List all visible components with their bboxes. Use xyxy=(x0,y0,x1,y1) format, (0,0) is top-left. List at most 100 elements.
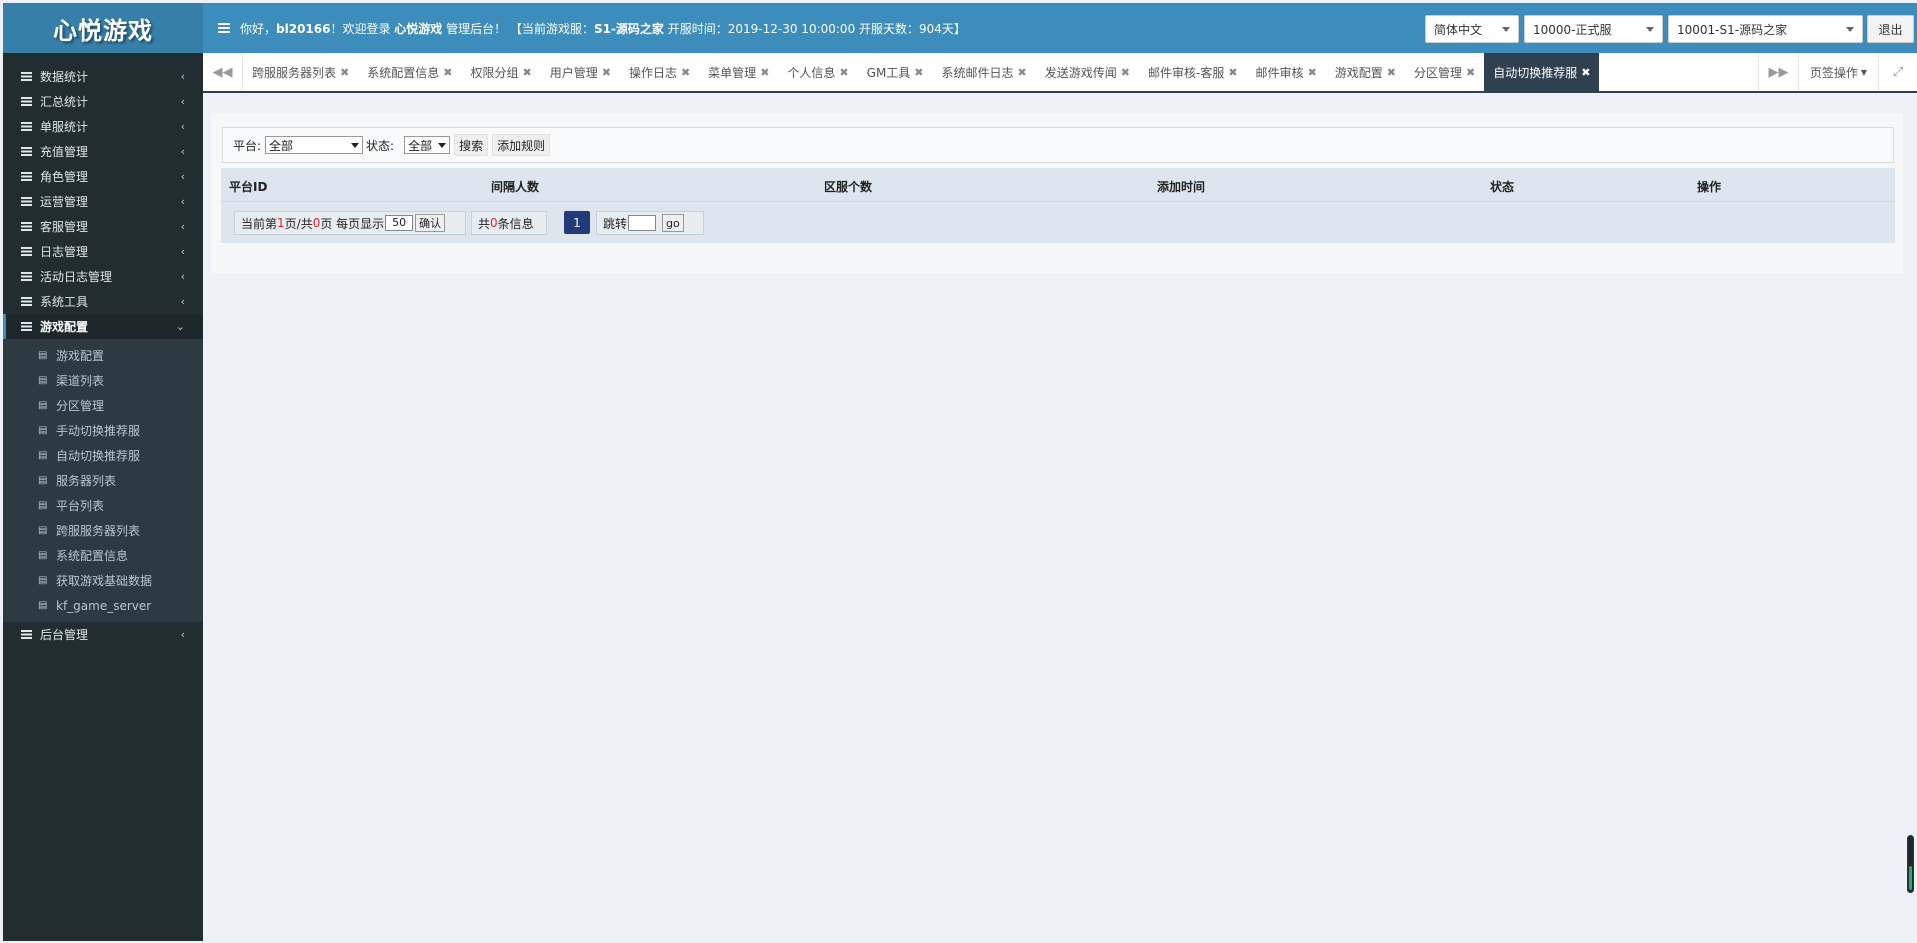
close-icon[interactable]: ✖ xyxy=(443,66,452,79)
logout-button[interactable]: 退出 xyxy=(1867,15,1914,43)
submenu-item[interactable]: ▤ 平台列表 xyxy=(3,493,203,518)
sidebar-item-single-server-stats[interactable]: 单服统计 ‹ xyxy=(3,114,203,139)
tab-label: 邮件审核-客服 xyxy=(1147,65,1225,80)
submenu-item[interactable]: ▤ kf_game_server xyxy=(3,593,203,618)
table-header: 平台ID 间隔人数 区服个数 添加时间 状态 操作 xyxy=(221,168,1895,202)
close-icon[interactable]: ✖ xyxy=(522,66,531,79)
page-button[interactable]: 1 xyxy=(564,211,590,234)
sidebar-item-customer-service[interactable]: 客服管理 ‹ xyxy=(3,214,203,239)
book-icon: ▤ xyxy=(38,374,48,386)
bars-icon xyxy=(21,97,32,106)
app-logo[interactable]: 心悦游戏 xyxy=(3,3,203,53)
sidebar-item-activity-logs[interactable]: 活动日志管理 ‹ xyxy=(3,264,203,289)
tab[interactable]: 分区管理 ✖ xyxy=(1405,53,1484,91)
close-icon[interactable]: ✖ xyxy=(1387,66,1396,79)
jump-page-input[interactable] xyxy=(628,215,657,231)
tab-scroll-left-button[interactable]: ◀◀ xyxy=(203,53,243,91)
double-chevron-right-icon: ▶▶ xyxy=(1768,64,1789,80)
chevron-down-icon xyxy=(351,143,360,148)
close-icon[interactable]: ✖ xyxy=(1121,66,1130,79)
per-page-input[interactable]: 50 xyxy=(385,215,414,231)
close-icon[interactable]: ✖ xyxy=(914,66,923,79)
sidebar-item-admin[interactable]: 后台管理 ‹ xyxy=(3,622,203,647)
sidebar-menu: 数据统计 ‹ 汇总统计 ‹ 单服统计 ‹ 充值管理 ‹ 角色管理 ‹ 运营管理 ‹ 客服管理 ‹ 日志管理 ‹… xyxy=(3,64,203,647)
tab[interactable]: 菜单管理 ✖ xyxy=(699,53,778,91)
bars-icon xyxy=(21,147,32,156)
tab[interactable]: 用户管理 ✖ xyxy=(541,53,620,91)
column-header-interval-count: 间隔人数 xyxy=(491,180,540,194)
close-icon[interactable]: ✖ xyxy=(681,66,690,79)
fullscreen-button[interactable]: ⤢ xyxy=(1878,53,1917,91)
sidebar-item-label: 汇总统计 xyxy=(40,95,89,109)
close-icon[interactable]: ✖ xyxy=(602,66,611,79)
chevron-down-icon: ⌄ xyxy=(175,320,185,333)
sidebar-item-system-tools[interactable]: 系统工具 ‹ xyxy=(3,289,203,314)
tab-label: 系统邮件日志 xyxy=(941,65,1014,80)
book-icon: ▤ xyxy=(38,449,48,461)
status-select[interactable]: 全部 xyxy=(404,136,451,154)
tab[interactable]: GM工具 ✖ xyxy=(858,53,933,91)
chevron-left-icon: ‹ xyxy=(180,145,185,158)
tab[interactable]: 操作日志 ✖ xyxy=(620,53,699,91)
submenu-item[interactable]: ▤ 渠道列表 xyxy=(3,368,203,393)
close-icon[interactable]: ✖ xyxy=(340,66,349,79)
platform-select[interactable]: 全部 xyxy=(265,136,364,154)
sidebar-item-recharge[interactable]: 充值管理 ‹ xyxy=(3,139,203,164)
tab-operations-dropdown[interactable]: 页签操作 ▼ xyxy=(1798,53,1878,91)
close-icon[interactable]: ✖ xyxy=(1581,66,1590,79)
tab-scroll-right-button[interactable]: ▶▶ xyxy=(1758,53,1798,91)
close-icon[interactable]: ✖ xyxy=(1308,66,1317,79)
submenu-item[interactable]: ▤ 游戏配置 xyxy=(3,343,203,368)
tab-label: 跨服服务器列表 xyxy=(252,65,337,80)
tabs-bar: ◀◀ 跨服服务器列表 ✖ 系统配置信息 ✖ 权限分组 ✖ 用户管理 ✖ 操作日志 ✖ 菜单管理 ✖ 个人… xyxy=(203,53,1917,93)
per-page-confirm-button[interactable]: 确认 xyxy=(415,214,446,232)
search-button[interactable]: 搜索 xyxy=(454,134,489,156)
submenu-item[interactable]: ▤ 跨服服务器列表 xyxy=(3,518,203,543)
add-rule-button[interactable]: 添加规则 xyxy=(492,134,551,156)
close-icon[interactable]: ✖ xyxy=(839,66,848,79)
sidebar-item-label: 数据统计 xyxy=(40,70,89,84)
go-button[interactable]: go xyxy=(662,214,684,232)
chevron-left-icon: ‹ xyxy=(180,195,185,208)
submenu-item[interactable]: ▤ 系统配置信息 xyxy=(3,543,203,568)
close-icon[interactable]: ✖ xyxy=(1466,66,1475,79)
tab[interactable]: 系统配置信息 ✖ xyxy=(358,53,461,91)
tab[interactable]: 邮件审核 ✖ xyxy=(1247,53,1326,91)
submenu-item-label: 服务器列表 xyxy=(56,474,117,488)
submenu-item[interactable]: ▤ 获取游戏基础数据 xyxy=(3,568,203,593)
submenu-item[interactable]: ▤ 手动切换推荐服 xyxy=(3,418,203,443)
column-header-platform-id: 平台ID xyxy=(229,180,268,194)
tab[interactable]: 跨服服务器列表 ✖ xyxy=(243,53,358,91)
tab[interactable]: 邮件审核-客服 ✖ xyxy=(1139,53,1247,91)
menu-toggle-icon[interactable] xyxy=(218,23,230,33)
chevron-down-icon xyxy=(1846,27,1854,32)
close-icon[interactable]: ✖ xyxy=(1228,66,1237,79)
scrollbar-thumb[interactable] xyxy=(1907,835,1914,893)
sidebar-item-label: 充值管理 xyxy=(40,145,89,159)
sidebar-item-operations[interactable]: 运营管理 ‹ xyxy=(3,189,203,214)
server-select[interactable]: 10001-S1-源码之家 xyxy=(1668,15,1863,43)
book-icon: ▤ xyxy=(38,599,48,611)
sidebar-item-summary-stats[interactable]: 汇总统计 ‹ xyxy=(3,89,203,114)
tab[interactable]: 权限分组 ✖ xyxy=(461,53,540,91)
tab[interactable]: 自动切换推荐服 ✖ xyxy=(1484,53,1600,91)
sidebar-item-roles[interactable]: 角色管理 ‹ xyxy=(3,164,203,189)
close-icon[interactable]: ✖ xyxy=(1018,66,1027,79)
submenu-item[interactable]: ▤ 服务器列表 xyxy=(3,468,203,493)
sidebar-item-data-stats[interactable]: 数据统计 ‹ xyxy=(3,64,203,89)
tab[interactable]: 发送游戏传闻 ✖ xyxy=(1036,53,1139,91)
submenu-item[interactable]: ▤ 分区管理 xyxy=(3,393,203,418)
pager-per-page-label: 页 每页显示 xyxy=(320,216,385,231)
language-select[interactable]: 简体中文 xyxy=(1425,15,1519,43)
bars-icon xyxy=(21,197,32,206)
tab[interactable]: 系统邮件日志 ✖ xyxy=(933,53,1036,91)
sidebar-item-label: 活动日志管理 xyxy=(40,270,113,284)
sidebar-item-logs[interactable]: 日志管理 ‹ xyxy=(3,239,203,264)
tab[interactable]: 游戏配置 ✖ xyxy=(1326,53,1405,91)
close-icon[interactable]: ✖ xyxy=(760,66,769,79)
tab[interactable]: 个人信息 ✖ xyxy=(778,53,857,91)
submenu-item[interactable]: ▤ 自动切换推荐服 xyxy=(3,443,203,468)
sidebar-item-game-config[interactable]: 游戏配置 ⌄ xyxy=(3,314,203,339)
server-group-select[interactable]: 10000-正式服 xyxy=(1524,15,1663,43)
submenu-item-label: 分区管理 xyxy=(56,399,105,413)
